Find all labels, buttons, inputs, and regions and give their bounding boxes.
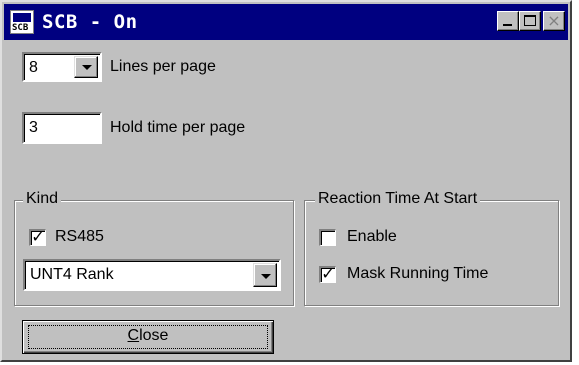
lines-per-page-select[interactable]: 8 (22, 52, 102, 82)
kind-group-title: Kind (23, 190, 62, 208)
mask-running-time-checkbox[interactable]: ✓ (319, 264, 336, 283)
minimize-button[interactable] (497, 11, 519, 31)
close-mnemonic: C (127, 327, 140, 344)
minimize-icon (503, 24, 512, 26)
enable-label: Enable (347, 228, 397, 245)
protocol-select[interactable]: UNT4 Rank (23, 259, 281, 291)
hold-time-value: 3 (29, 119, 38, 136)
rs485-label: RS485 (55, 228, 104, 245)
screen-glyph (13, 13, 31, 22)
lines-per-page-value: 8 (29, 59, 38, 76)
mask-running-time-label: Mask Running Time (347, 265, 489, 282)
close-label-rest: lose (139, 327, 169, 344)
check-icon: ✓ (321, 264, 335, 283)
hold-time-label: Hold time per page (110, 119, 246, 136)
lines-per-page-label: Lines per page (110, 58, 216, 75)
app-icon-label: SCB (12, 23, 29, 33)
reaction-time-group: Reaction Time At Start Enable ✓ Mask Run… (304, 190, 559, 306)
close-icon: × (547, 11, 561, 30)
close-window-button[interactable]: × (543, 11, 565, 31)
lines-per-page-dropdown-button[interactable] (74, 56, 98, 78)
protocol-dropdown-button[interactable] (253, 263, 277, 287)
maximize-button[interactable] (519, 11, 541, 31)
app-icon[interactable]: SCB (10, 10, 34, 34)
maximize-icon (524, 15, 536, 26)
protocol-value: UNT4 Rank (30, 266, 114, 283)
chevron-down-icon (261, 274, 271, 279)
dialog-window: SCB SCB - On × 8 Lines per page 3 Hold t… (0, 0, 572, 362)
title-bar[interactable]: SCB SCB - On × (4, 4, 568, 40)
close-button-label: Close (23, 327, 273, 345)
chevron-down-icon (82, 65, 92, 70)
kind-group: Kind ✓ RS485 UNT4 Rank (14, 190, 294, 306)
reaction-time-group-title: Reaction Time At Start (315, 190, 481, 208)
enable-checkbox[interactable] (319, 229, 336, 246)
check-icon: ✓ (31, 227, 45, 246)
rs485-checkbox[interactable]: ✓ (29, 227, 46, 246)
window-title: SCB - On (42, 11, 138, 33)
close-button[interactable]: Close (22, 320, 274, 354)
hold-time-input[interactable]: 3 (22, 112, 102, 144)
